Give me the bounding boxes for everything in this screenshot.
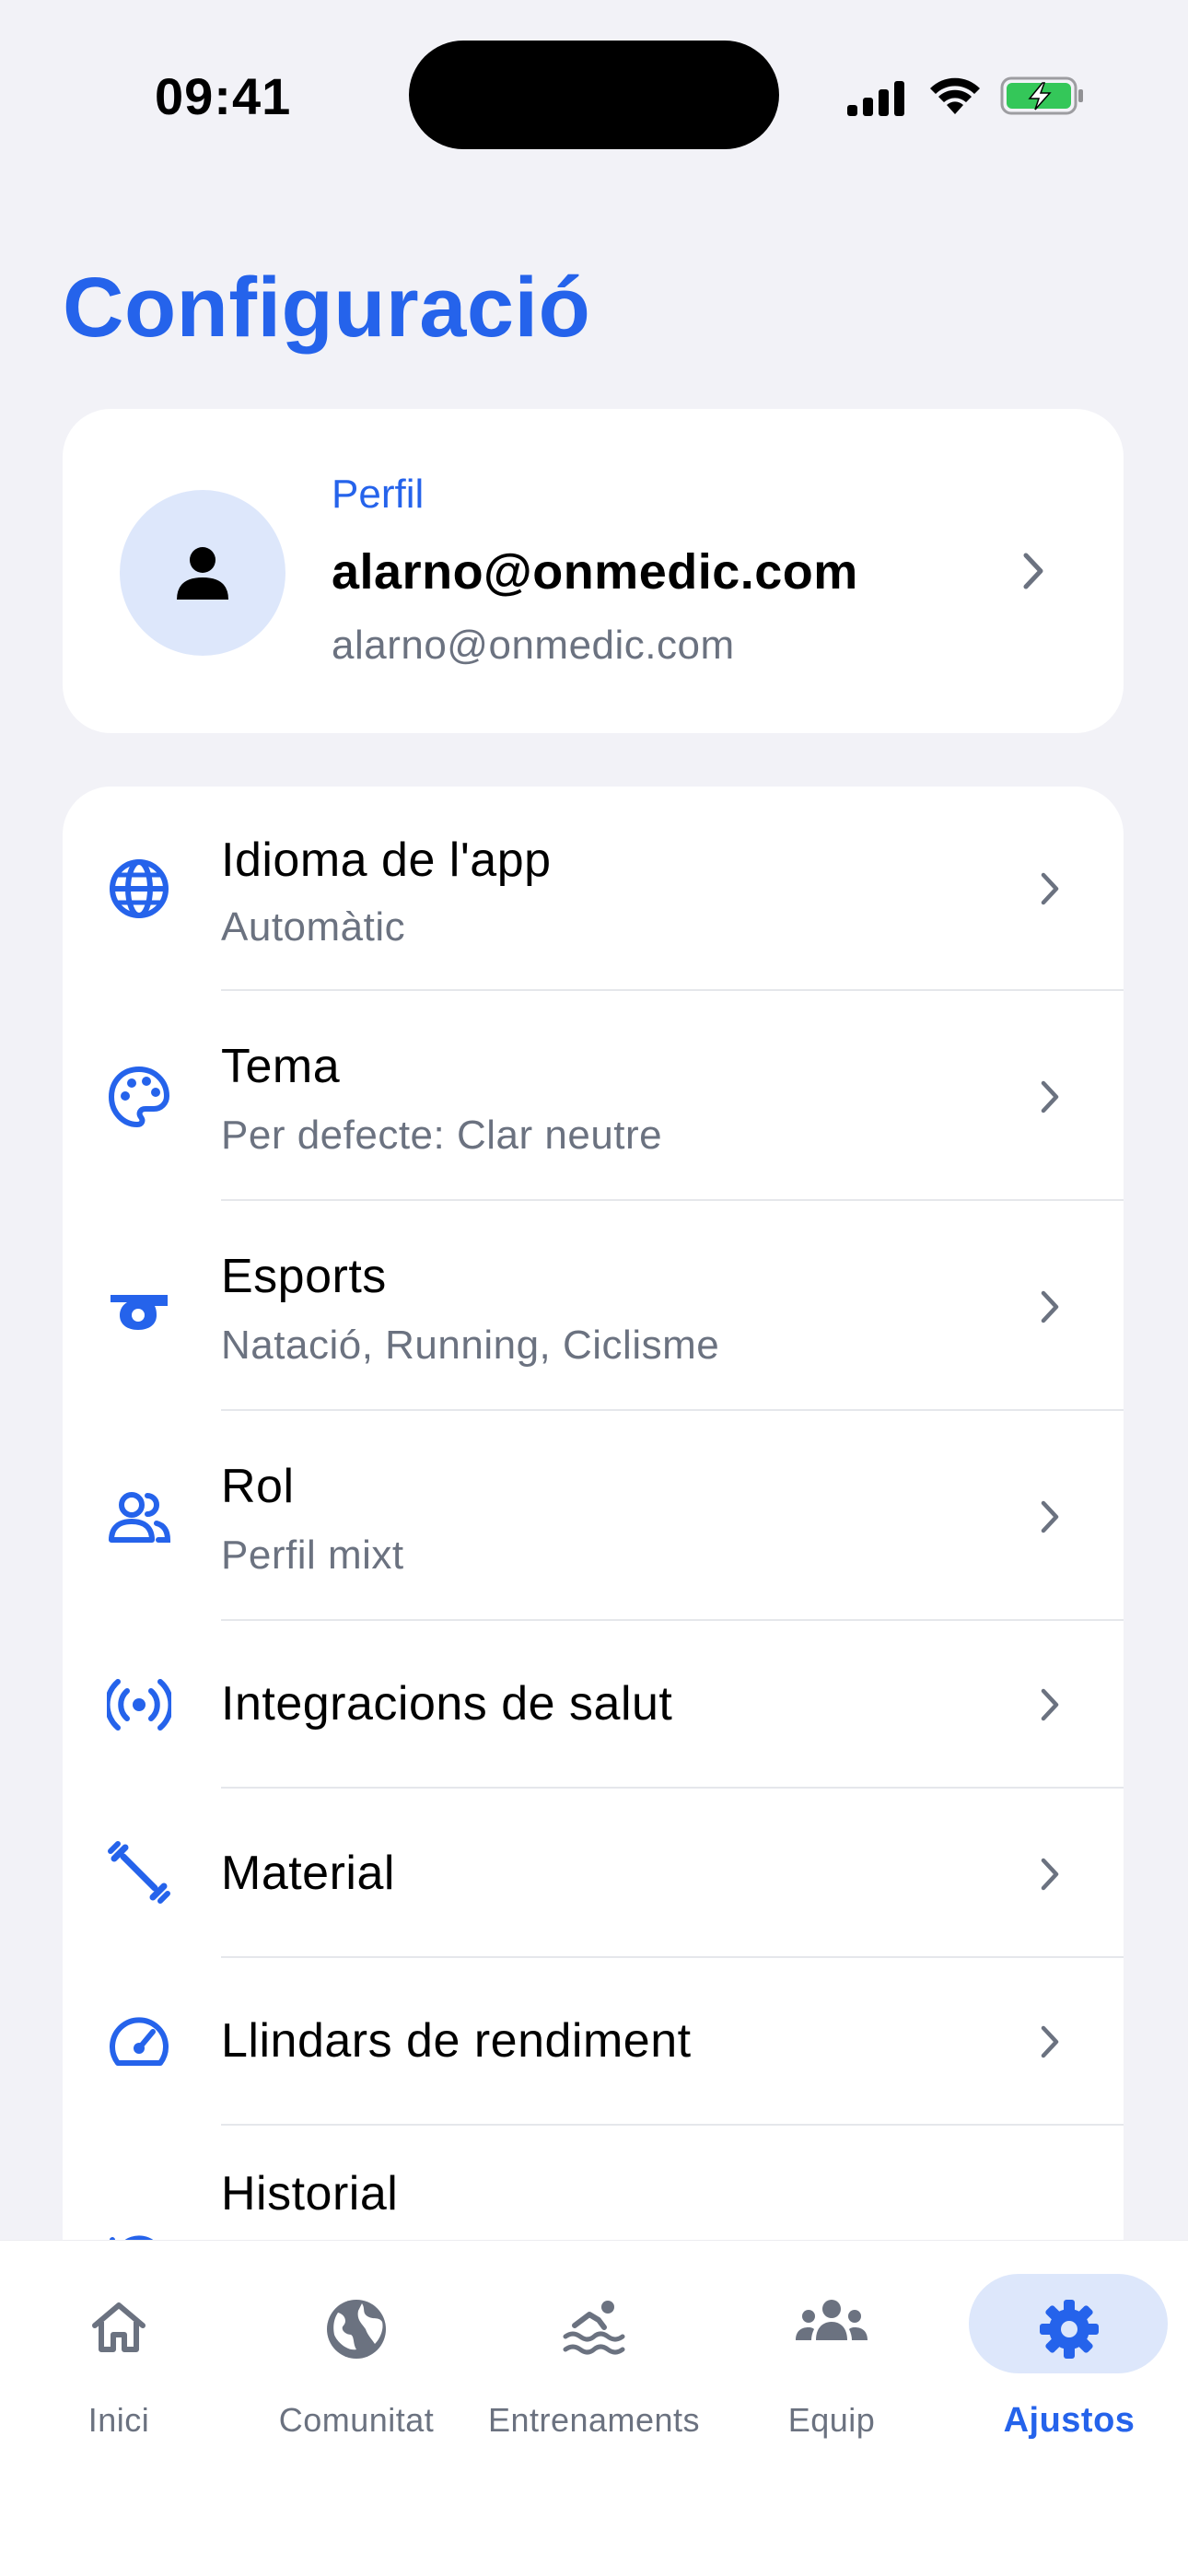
bottom-nav: Inici Comunitat Entrenaments Equip Ajust… [0,2240,1188,2576]
chevron-right-icon [1041,1858,1059,1891]
speedometer-icon [110,2017,169,2066]
chevron-right-icon [1041,1688,1059,1721]
settings-list: Idioma de l'app Automàtic Tema Per defec… [63,787,1124,2352]
setting-title: Historial [221,2167,399,2220]
globe-icon [110,859,169,918]
profile-name: alarno@onmedic.com [332,544,858,600]
nav-label: Entrenaments [487,2401,701,2439]
setting-equipment[interactable]: Material [63,1789,1124,1958]
setting-role[interactable]: Rol Perfil mixt [63,1411,1124,1621]
home-icon [92,2302,146,2352]
setting-title: Llindars de rendiment [221,2014,692,2068]
gear-icon [1040,2300,1099,2359]
profile-email: alarno@onmedic.com [332,623,735,668]
setting-title: Integracions de salut [221,1677,673,1731]
setting-subtitle: Per defecte: Clar neutre [221,1113,663,1158]
chevron-right-icon [1041,2025,1059,2058]
globe-icon [327,2300,386,2359]
avatar [120,490,285,656]
person-icon [177,547,228,600]
wifi-icon [930,77,980,114]
group-icon [796,2300,868,2340]
setting-sports[interactable]: Esports Natació, Running, Ciclisme [63,1201,1124,1411]
cellular-signal-icon [847,81,904,116]
setting-subtitle: Automàtic [221,904,406,950]
dumbbell-icon [108,1841,170,1904]
setting-theme[interactable]: Tema Per defecte: Clar neutre [63,991,1124,1201]
chevron-right-icon [1041,872,1059,905]
nav-item-home[interactable]: Inici [0,2241,238,2480]
nav-item-community[interactable]: Comunitat [238,2241,475,2480]
palette-icon [109,1067,169,1127]
setting-title: Esports [221,1250,387,1303]
setting-title: Tema [221,1040,341,1093]
nav-item-workouts[interactable]: Entrenaments [475,2241,713,2480]
setting-health-integrations[interactable]: Integracions de salut [63,1621,1124,1789]
chevron-right-icon [1023,553,1043,589]
dynamic-island [409,41,779,149]
whistle-icon [111,1295,168,1330]
setting-title: Idioma de l'app [221,833,552,887]
setting-language[interactable]: Idioma de l'app Automàtic [63,787,1124,991]
people-icon [109,1492,171,1543]
nav-label: Ajustos [1003,2401,1136,2440]
nav-label: Equip [787,2401,876,2439]
profile-label: Perfil [332,472,425,517]
nav-item-settings[interactable]: Ajustos [950,2241,1188,2480]
chevron-right-icon [1041,1080,1059,1113]
battery-charging-icon [1000,76,1083,115]
page-title: Configuració [63,261,591,355]
chevron-right-icon [1041,1500,1059,1533]
setting-title: Material [221,1847,395,1900]
status-time: 09:41 [155,67,292,125]
nav-label: Inici [87,2401,150,2439]
chevron-right-icon [1041,1290,1059,1323]
broadcast-icon [107,1679,171,1731]
swim-icon [563,2301,625,2355]
nav-label: Comunitat [278,2401,435,2439]
nav-item-team[interactable]: Equip [713,2241,950,2480]
profile-card[interactable]: Perfil alarno@onmedic.com alarno@onmedic… [63,409,1124,733]
setting-subtitle: Perfil mixt [221,1533,404,1578]
setting-subtitle: Natació, Running, Ciclisme [221,1323,720,1368]
setting-performance-thresholds[interactable]: Llindars de rendiment [63,1958,1124,2126]
setting-title: Rol [221,1460,295,1513]
